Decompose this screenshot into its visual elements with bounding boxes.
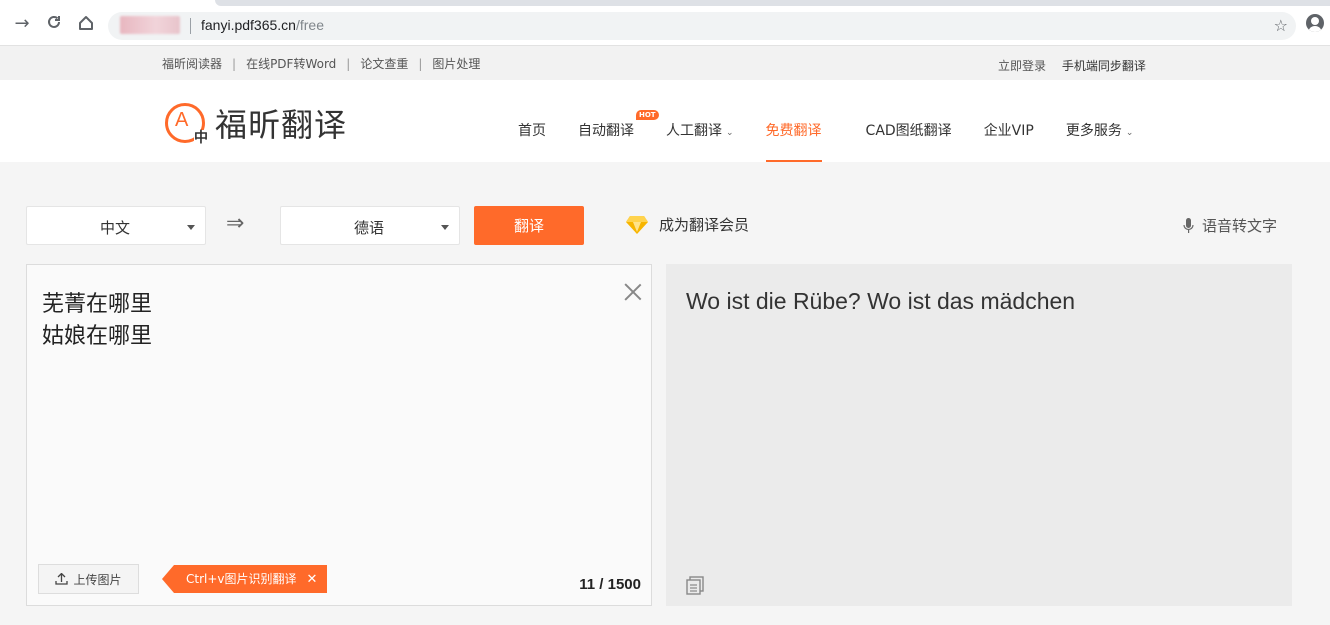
source-language-select[interactable]: 中文: [26, 206, 206, 245]
link-foxit-reader[interactable]: 福昕阅读器: [162, 55, 222, 72]
translation-result-panel: Wo ist die Rübe? Wo ist das mädchen: [666, 264, 1292, 606]
link-pdf-to-word[interactable]: 在线PDF转Word: [246, 55, 336, 72]
mobile-sync-link[interactable]: 手机端同步翻译: [1062, 59, 1146, 73]
become-member-link[interactable]: 成为翻译会员: [625, 214, 749, 235]
nav-more-services[interactable]: 更多服务 ⌄: [1066, 80, 1134, 162]
dropdown-arrow-icon: [187, 225, 195, 230]
nav-home[interactable]: 首页: [518, 80, 546, 162]
upload-icon: [55, 573, 69, 585]
translate-button[interactable]: 翻译: [474, 206, 584, 245]
translation-text: Wo ist die Rübe? Wo ist das mädchen: [686, 288, 1076, 314]
chevron-down-icon: ⌄: [726, 128, 734, 138]
bookmark-star-icon[interactable]: ☆: [1274, 16, 1288, 35]
nav-cad-translate[interactable]: CAD图纸翻译: [866, 80, 952, 162]
close-icon[interactable]: ✕: [307, 572, 318, 587]
site-header: A 中 福昕翻译 首页 自动翻译 HOT 人工翻译 ⌄ 免费翻译 CAD图纸翻译 …: [0, 80, 1330, 162]
ocr-tip-tag: Ctrl+v图片识别翻译 ✕: [162, 565, 328, 593]
redacted-site-info: [120, 16, 180, 34]
target-language-select[interactable]: 德语: [280, 206, 460, 245]
login-link[interactable]: 立即登录: [998, 59, 1046, 73]
site-logo[interactable]: A 中 福昕翻译: [165, 100, 347, 146]
source-text-panel[interactable]: 芜菁在哪里 姑娘在哪里 上传图片 Ctrl+v图片识别翻译 ✕ 11 / 1500: [26, 264, 652, 606]
nav-auto-translate[interactable]: 自动翻译 HOT: [578, 80, 659, 162]
logo-text: 福昕翻译: [215, 106, 348, 144]
source-textarea[interactable]: 芜菁在哪里 姑娘在哪里: [42, 289, 602, 353]
address-bar[interactable]: fanyi.pdf365.cn/free ☆: [108, 12, 1296, 40]
diamond-icon: [626, 215, 648, 234]
chevron-down-icon: ⌄: [1125, 128, 1134, 138]
clear-icon[interactable]: [623, 282, 643, 302]
tab-strip: [215, 0, 1330, 6]
swap-languages-icon[interactable]: ⇒: [226, 213, 244, 235]
main-nav: 首页 自动翻译 HOT 人工翻译 ⌄ 免费翻译 CAD图纸翻译 企业VIP 更多服…: [518, 80, 1133, 162]
reload-icon[interactable]: [44, 14, 64, 34]
copy-icon[interactable]: [686, 575, 706, 595]
account-icon[interactable]: [1306, 14, 1324, 32]
hot-badge: HOT: [636, 110, 659, 120]
dropdown-arrow-icon: [441, 225, 449, 230]
logo-icon: A 中: [165, 103, 208, 146]
browser-toolbar: → fanyi.pdf365.cn/free ☆: [0, 0, 1330, 46]
char-counter: 11 / 1500: [579, 576, 641, 593]
nav-human-translate[interactable]: 人工翻译 ⌄: [666, 80, 734, 162]
nav-enterprise-vip[interactable]: 企业VIP: [984, 80, 1034, 162]
nav-free-translate[interactable]: 免费翻译: [765, 80, 822, 162]
link-image-processing[interactable]: 图片处理: [432, 55, 480, 72]
back-arrow-icon[interactable]: →: [12, 14, 32, 34]
link-paper-check[interactable]: 论文查重: [360, 55, 408, 72]
upload-image-button[interactable]: 上传图片: [38, 564, 139, 594]
home-icon[interactable]: [76, 14, 96, 34]
url-text: fanyi.pdf365.cn/free: [201, 17, 324, 33]
speech-to-text-link[interactable]: 语音转文字: [1183, 215, 1277, 236]
top-links-bar: 福昕阅读器 | 在线PDF转Word | 论文查重 | 图片处理 立即登录 手机…: [0, 46, 1330, 80]
microphone-icon: [1183, 217, 1194, 233]
